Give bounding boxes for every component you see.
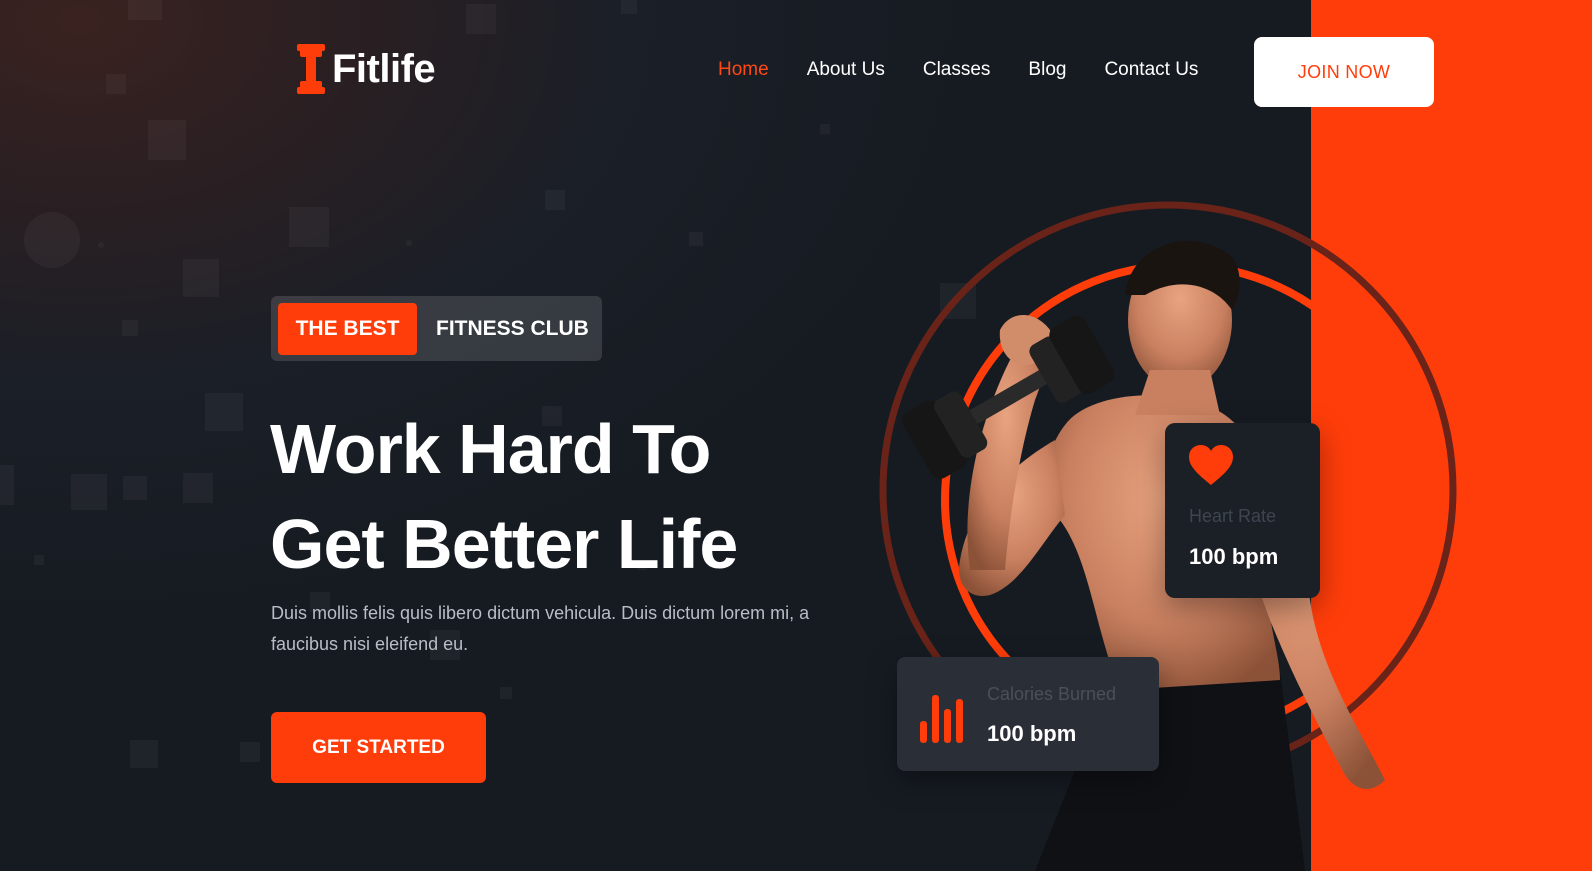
bar-chart-icon [920, 695, 963, 743]
nav-item-home[interactable]: Home [718, 58, 769, 82]
nav-item-about-us[interactable]: About Us [807, 58, 885, 82]
hero-headline: Work Hard To Get Better Life [270, 402, 738, 592]
get-started-button[interactable]: GET STARTED [271, 712, 486, 783]
join-now-button[interactable]: JOIN NOW [1254, 37, 1434, 107]
headline-line-1: Work Hard To [270, 410, 711, 488]
heart-rate-label: Heart Rate [1189, 506, 1277, 526]
heart-icon [1189, 445, 1233, 485]
calories-card: Calories Burned 100 bpm [897, 657, 1159, 771]
calories-label: Calories Burned [987, 684, 1117, 704]
heart-rate-card: Heart Rate 100 bpm [1165, 423, 1320, 598]
calories-value: 100 bpm [987, 721, 1077, 746]
hero-badge: THE BEST FITNESS CLUB [271, 296, 602, 361]
main-nav: Home About Us Classes Blog Contact Us [718, 58, 1198, 82]
hero-description: Duis mollis felis quis libero dictum veh… [271, 603, 810, 654]
dumbbell-icon [297, 44, 325, 94]
brand-logo[interactable]: Fitlife [296, 44, 436, 94]
nav-item-classes[interactable]: Classes [923, 58, 991, 82]
nav-item-contact-us[interactable]: Contact Us [1104, 58, 1198, 82]
heart-rate-value: 100 bpm [1189, 544, 1279, 569]
nav-item-blog[interactable]: Blog [1028, 58, 1066, 82]
brand-name: Fitlife [332, 47, 436, 91]
badge-secondary: FITNESS CLUB [436, 317, 589, 340]
badge-primary: THE BEST [278, 303, 417, 355]
headline-line-2: Get Better Life [270, 505, 738, 583]
